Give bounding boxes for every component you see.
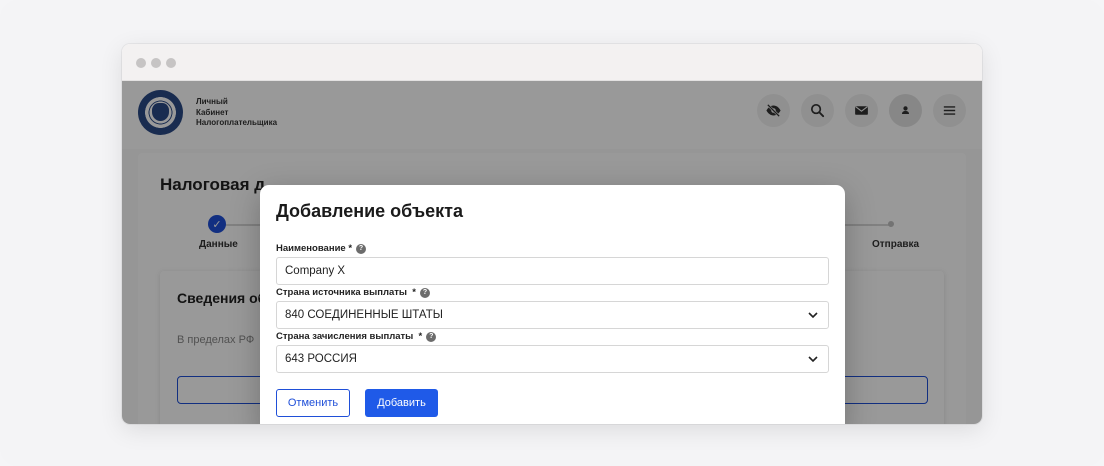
window-maximize-dot[interactable] [166, 58, 176, 68]
window-minimize-dot[interactable] [151, 58, 161, 68]
app-content: Личный Кабинет Налогоплательщика Налогов… [122, 81, 982, 424]
source-country-value: 840 СОЕДИНЕННЫЕ ШТАТЫ [285, 309, 443, 321]
chevron-down-icon [808, 312, 818, 319]
source-country-select[interactable]: 840 СОЕДИНЕННЫЕ ШТАТЫ [276, 301, 829, 329]
modal-title: Добавление объекта [276, 201, 463, 221]
name-label-text: Наименование * [276, 243, 353, 254]
help-icon[interactable]: ? [356, 243, 367, 254]
help-icon[interactable]: ? [420, 287, 430, 298]
source-country-label: Страна источника выплаты * ? [276, 287, 430, 298]
credit-country-label-text: Страна зачисления выплаты * [276, 331, 423, 342]
credit-country-select[interactable]: 643 РОССИЯ [276, 345, 829, 373]
chevron-down-icon [808, 356, 818, 363]
help-icon[interactable]: ? [426, 331, 437, 342]
add-object-modal: Добавление объекта Наименование * ? Comp… [260, 185, 845, 424]
name-input[interactable]: Company X [276, 257, 829, 285]
credit-country-value: 643 РОССИЯ [285, 353, 357, 365]
add-button[interactable]: Добавить [365, 389, 438, 417]
name-input-value: Company X [285, 265, 346, 277]
window-close-dot[interactable] [136, 58, 146, 68]
browser-window: Личный Кабинет Налогоплательщика Налогов… [122, 44, 982, 424]
cancel-button[interactable]: Отменить [276, 389, 350, 417]
credit-country-label: Страна зачисления выплаты * ? [276, 331, 437, 342]
window-titlebar [122, 44, 982, 81]
name-label: Наименование * ? [276, 243, 367, 254]
source-country-label-text: Страна источника выплаты * [276, 287, 416, 298]
